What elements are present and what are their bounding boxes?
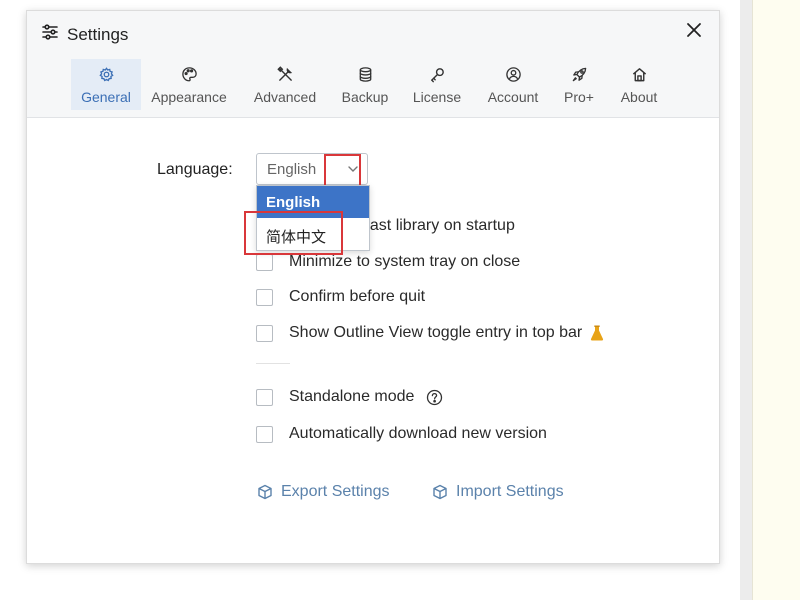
dialog-title: Settings [67,24,129,44]
sliders-icon [41,23,67,46]
database-icon [359,67,371,82]
tab-pro[interactable]: Pro+ [549,59,609,110]
tab-backup-label: Backup [341,89,389,105]
tab-advanced-label: Advanced [253,89,317,105]
settings-dialog: Settings General Appearance Advanced Bac… [26,10,720,564]
tab-pro-label: Pro+ [564,89,594,105]
option-outline-toggle: Show Outline View toggle entry in top ba… [256,324,604,342]
tab-account-label: Account [487,89,539,105]
close-button[interactable] [683,21,705,43]
settings-tabs: General Appearance Advanced Backup Licen… [71,59,669,110]
language-label: Language: [157,161,233,178]
option-minimize-tray-label: Minimize to system tray on close [289,253,521,270]
key-icon [430,68,444,83]
export-settings-label: Export Settings [281,483,390,500]
tab-account[interactable]: Account [477,59,549,110]
user-circle-icon [505,67,521,82]
box-import-icon [433,484,447,500]
tab-about-label: About [620,89,658,105]
import-settings-label: Import Settings [456,483,564,500]
export-settings-button[interactable]: Export Settings [257,483,390,501]
background-editor-pane [752,0,800,600]
rocket-icon [572,67,586,82]
tools-icon [276,66,292,81]
option-auto-download-label: Automatically download new version [289,425,547,442]
tab-license[interactable]: License [397,59,477,110]
option-confirm-quit: Confirm before quit [256,288,425,306]
highlight-box-chinese-option [244,211,343,255]
option-outline-toggle-label: Show Outline View toggle entry in top ba… [289,324,583,341]
gear-icon [98,67,114,82]
option-minimize-tray: Minimize to system tray on close [256,253,520,271]
section-divider [256,363,290,364]
option-standalone-mode: Standalone mode [256,388,443,406]
background-left [0,0,28,600]
help-icon[interactable] [426,389,443,406]
tab-license-label: License [412,89,462,105]
tab-appearance-label: Appearance [151,89,227,105]
option-open-last-library: e last library on startup [353,217,515,235]
option-open-last-library-label: e last library on startup [353,217,515,234]
checkbox-auto-download[interactable] [256,425,273,443]
tab-backup[interactable]: Backup [333,59,397,110]
option-standalone-mode-label: Standalone mode [289,388,415,405]
box-export-icon [258,484,272,500]
tab-advanced[interactable]: Advanced [237,59,333,110]
close-icon [686,22,702,43]
palette-icon [181,67,197,82]
background-scroll-gutter [740,0,752,600]
dialog-header: Settings General Appearance Advanced Bac… [27,11,719,118]
tab-about[interactable]: About [609,59,669,110]
language-selected-value: English [267,161,317,178]
checkbox-standalone-mode[interactable] [256,388,273,406]
option-auto-download: Automatically download new version [256,425,547,443]
import-settings-button[interactable]: Import Settings [432,483,564,501]
checkbox-confirm-quit[interactable] [256,288,273,306]
option-confirm-quit-label: Confirm before quit [289,288,426,305]
tab-general-label: General [81,89,131,105]
dialog-title-row: Settings [41,23,128,46]
checkbox-outline-toggle[interactable] [256,324,273,342]
tab-appearance[interactable]: Appearance [141,59,237,110]
home-icon [632,68,646,82]
tab-general[interactable]: General [71,59,141,110]
flask-icon [590,325,604,341]
checkbox-minimize-tray[interactable] [256,253,273,271]
